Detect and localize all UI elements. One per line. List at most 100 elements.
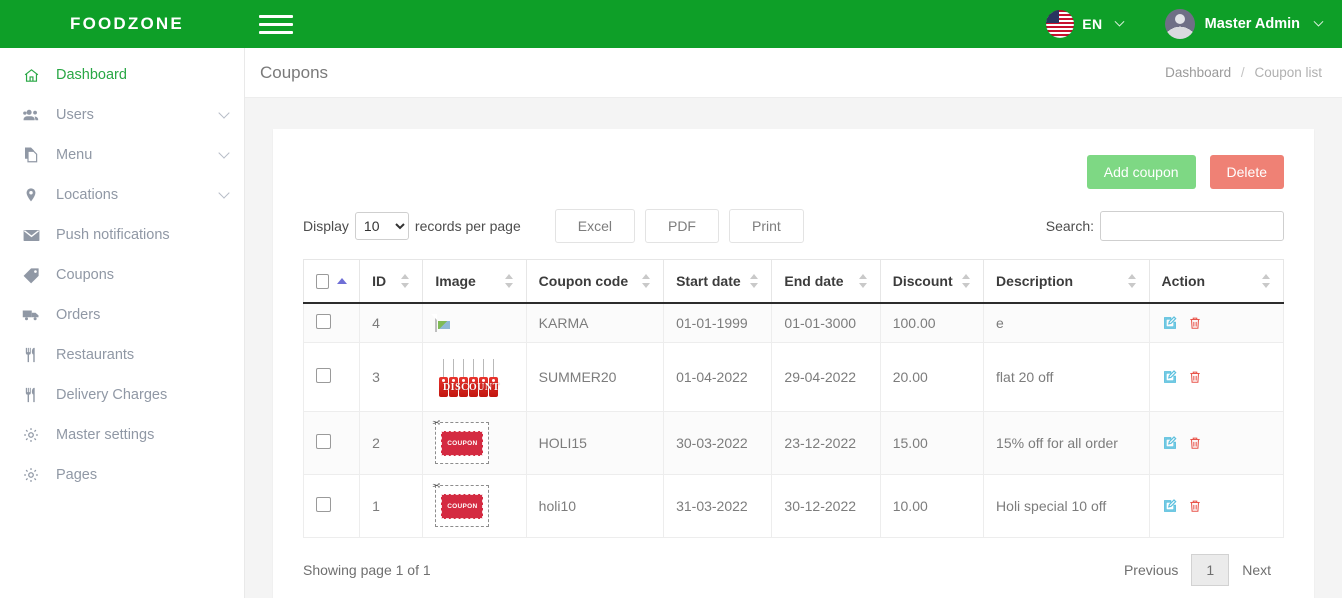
delete-button[interactable]: Delete	[1209, 155, 1284, 189]
sidebar-item-locations[interactable]: Locations	[0, 175, 244, 215]
sidebar-item-master-settings[interactable]: Master settings	[0, 415, 244, 455]
language-selector[interactable]: EN	[1046, 10, 1125, 38]
trash-icon[interactable]	[1188, 315, 1202, 331]
cell-description: 15% off for all order	[983, 411, 1150, 475]
sidebar-item-push-notifications[interactable]: Push notifications	[0, 215, 244, 255]
export-pdf-button[interactable]: PDF	[644, 209, 719, 243]
column-header-select-all[interactable]	[302, 259, 361, 304]
chevron-down-icon	[218, 187, 230, 199]
column-header-id[interactable]: ID	[359, 259, 424, 304]
table-row: 3 DISCOUNT SUMMER20 01-04-2022 29-04-202…	[302, 342, 1285, 412]
cell-coupon-code: HOLI15	[525, 411, 665, 475]
coupon-image: ✂ COUPON	[432, 481, 490, 527]
cell-id: 3	[359, 342, 424, 412]
coupon-image-text: COUPON	[441, 493, 484, 519]
search-input[interactable]	[1100, 211, 1284, 241]
sidebar-item-label: Delivery Charges	[56, 387, 168, 403]
column-label: Discount	[892, 273, 953, 289]
select-all-checkbox[interactable]	[316, 273, 330, 289]
trash-icon[interactable]	[1188, 369, 1202, 385]
cutlery-icon	[18, 386, 44, 404]
column-header-coupon-code[interactable]: Coupon code	[525, 259, 665, 304]
trash-icon[interactable]	[1188, 498, 1202, 514]
table-footer: Showing page 1 of 1 Previous 1 Next	[303, 538, 1284, 598]
user-menu[interactable]: Master Admin	[1164, 9, 1324, 39]
coupons-table: ID Image Coupon code Start date End date…	[302, 259, 1285, 538]
sidebar-item-dashboard[interactable]: Dashboard	[0, 55, 244, 95]
chevron-down-icon	[218, 107, 230, 119]
sidebar-item-coupons[interactable]: Coupons	[0, 255, 244, 295]
sidebar: Dashboard Users Menu Locations Push noti…	[0, 48, 245, 598]
display-prefix-label: Display	[303, 218, 349, 234]
column-label: Action	[1161, 273, 1206, 289]
table-toolbar: Display 102550100 records per page Excel…	[303, 209, 1284, 243]
sort-icon	[504, 274, 514, 288]
row-checkbox[interactable]	[316, 368, 331, 383]
sidebar-item-restaurants[interactable]: Restaurants	[0, 335, 244, 375]
sort-ascending-icon	[337, 278, 348, 284]
row-checkbox[interactable]	[316, 434, 331, 449]
chevron-down-icon	[218, 147, 230, 159]
top-navbar: FOODZONE EN Master Admin	[0, 0, 1342, 48]
column-header-action[interactable]: Action	[1148, 259, 1285, 304]
cutlery-icon	[18, 346, 44, 364]
trash-icon[interactable]	[1188, 435, 1202, 451]
column-header-description[interactable]: Description	[983, 259, 1150, 304]
brand-logo[interactable]: FOODZONE	[0, 14, 245, 34]
cell-coupon-code: SUMMER20	[525, 342, 665, 412]
table-body: 4 KARMA 01-01-1999 01-01-3000 100.00 e 3…	[302, 302, 1285, 538]
cell-end-date: 30-12-2022	[771, 474, 881, 538]
page-length-select[interactable]: 102550100	[354, 212, 409, 240]
edit-icon[interactable]	[1162, 498, 1178, 514]
language-label: EN	[1082, 16, 1103, 32]
cell-description: Holi special 10 off	[983, 474, 1150, 538]
hamburger-menu-icon[interactable]	[259, 11, 293, 37]
row-checkbox[interactable]	[316, 497, 331, 512]
edit-icon[interactable]	[1162, 435, 1178, 451]
pagination-page-1[interactable]: 1	[1191, 554, 1230, 586]
edit-icon[interactable]	[1162, 315, 1178, 331]
cell-id: 1	[359, 474, 424, 538]
column-header-discount[interactable]: Discount	[879, 259, 985, 304]
column-label: Description	[996, 273, 1074, 289]
envelope-icon	[18, 226, 44, 245]
sidebar-item-delivery-charges[interactable]: Delivery Charges	[0, 375, 244, 415]
sort-icon	[858, 274, 868, 288]
search-label: Search:	[1045, 218, 1094, 234]
sidebar-item-users[interactable]: Users	[0, 95, 244, 135]
export-excel-button[interactable]: Excel	[554, 209, 635, 243]
sidebar-item-label: Locations	[56, 187, 119, 203]
main-content: Coupons Dashboard / Coupon list Add coup…	[245, 48, 1342, 598]
pagination-next[interactable]: Next	[1229, 555, 1284, 585]
sidebar-item-label: Orders	[56, 307, 101, 323]
breadcrumb-dashboard[interactable]: Dashboard	[1165, 65, 1231, 80]
file-copy-icon	[18, 146, 44, 164]
edit-icon[interactable]	[1162, 369, 1178, 385]
sidebar-item-label: Dashboard	[56, 67, 127, 83]
breadcrumb: Dashboard / Coupon list	[1165, 65, 1322, 80]
sort-icon	[750, 274, 759, 288]
add-coupon-button[interactable]: Add coupon	[1086, 155, 1196, 189]
cell-start-date: 01-04-2022	[663, 342, 773, 412]
user-name-label: Master Admin	[1204, 16, 1300, 32]
cell-description: flat 20 off	[983, 342, 1150, 412]
column-header-image[interactable]: Image	[422, 259, 527, 304]
column-label: Image	[435, 273, 476, 289]
sort-icon	[401, 274, 410, 288]
column-header-start-date[interactable]: Start date	[663, 259, 773, 304]
export-buttons: Excel PDF Print	[554, 209, 804, 243]
row-checkbox[interactable]	[316, 314, 331, 329]
coupon-image: ✂ COUPON	[432, 418, 490, 464]
column-header-end-date[interactable]: End date	[771, 259, 881, 304]
cell-image	[422, 302, 527, 343]
print-button[interactable]: Print	[728, 209, 804, 243]
column-label: End date	[784, 273, 844, 289]
table-row: 2 ✂ COUPON HOLI15 30-03-2022 23-12-2022 …	[302, 411, 1285, 475]
sidebar-item-orders[interactable]: Orders	[0, 295, 244, 335]
sidebar-item-menu[interactable]: Menu	[0, 135, 244, 175]
cell-coupon-code: holi10	[525, 474, 665, 538]
sidebar-item-pages[interactable]: Pages	[0, 455, 244, 495]
us-flag-icon	[1046, 10, 1075, 38]
admin-page: FOODZONE EN Master Admin Dashboard Users…	[0, 0, 1342, 598]
pagination-previous[interactable]: Previous	[1111, 555, 1191, 585]
